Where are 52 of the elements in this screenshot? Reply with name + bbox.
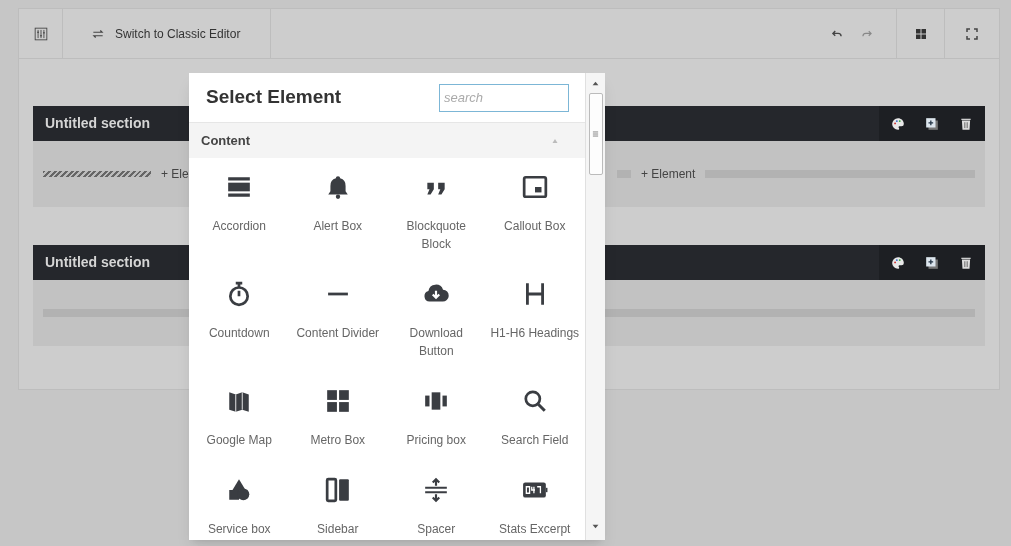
element-option[interactable]: Content Divider xyxy=(288,281,387,362)
element-option[interactable]: Search Field xyxy=(485,388,584,451)
sidebar-layout-icon xyxy=(324,477,351,503)
add-element-link[interactable]: + Ele xyxy=(161,165,189,183)
element-option[interactable]: Blockquote Block xyxy=(387,174,486,255)
palette-icon xyxy=(891,255,905,270)
add-element-link[interactable]: + Element xyxy=(641,165,696,183)
scroll-up-arrow-icon xyxy=(592,80,599,87)
tiles-icon xyxy=(324,388,351,414)
dialog-title: Select Element xyxy=(206,85,342,110)
element-option[interactable]: Metro Box xyxy=(288,388,387,451)
element-option[interactable]: Google Map xyxy=(190,388,289,451)
element-option[interactable]: Sidebar xyxy=(288,477,387,540)
grid-icon xyxy=(914,27,927,40)
minus-icon xyxy=(326,292,349,296)
element-option[interactable]: Pricing box xyxy=(387,388,486,451)
drag-handle[interactable] xyxy=(43,171,151,177)
copy-plus-icon xyxy=(925,116,939,131)
duplicate-button[interactable] xyxy=(925,116,939,131)
delete-button[interactable] xyxy=(959,255,973,270)
section-title: Untitled section xyxy=(44,114,151,133)
callout-box-icon xyxy=(521,174,548,200)
element-option[interactable]: Service box xyxy=(190,477,289,540)
fullscreen-icon xyxy=(966,27,978,40)
palette-button[interactable] xyxy=(891,116,905,131)
element-option[interactable]: Spacer xyxy=(387,477,486,540)
element-option[interactable]: H1-H6 Headings xyxy=(485,281,584,362)
scrollbar[interactable] xyxy=(585,73,605,540)
trash-icon xyxy=(959,255,973,270)
switch-editor-button[interactable]: Switch to Classic Editor xyxy=(63,9,271,58)
category-header[interactable]: Content xyxy=(189,123,585,158)
grip-lines-icon xyxy=(592,130,599,138)
element-option[interactable]: Countdown xyxy=(190,281,289,362)
delete-button[interactable] xyxy=(959,116,973,131)
section-title: Untitled section xyxy=(44,253,151,272)
collapse-caret-icon xyxy=(551,137,559,144)
search-icon xyxy=(521,388,548,414)
sliders-icon xyxy=(33,26,48,41)
palette-icon xyxy=(891,116,905,131)
palette-button[interactable] xyxy=(891,255,905,270)
element-option[interactable]: Accordion xyxy=(190,174,289,255)
list-rows-icon xyxy=(226,174,253,200)
element-option[interactable]: Alert Box xyxy=(288,174,387,255)
element-option[interactable]: Stats Excerpt xyxy=(485,477,584,540)
trash-icon xyxy=(959,116,973,131)
duplicate-button[interactable] xyxy=(925,255,939,270)
element-option[interactable]: Callout Box xyxy=(485,174,584,255)
element-option[interactable]: Download Button xyxy=(387,281,486,362)
copy-plus-icon xyxy=(925,255,939,270)
search-field[interactable]: search xyxy=(439,83,569,112)
scroll-down-arrow-icon xyxy=(592,523,599,530)
vertical-space-icon xyxy=(423,477,450,503)
